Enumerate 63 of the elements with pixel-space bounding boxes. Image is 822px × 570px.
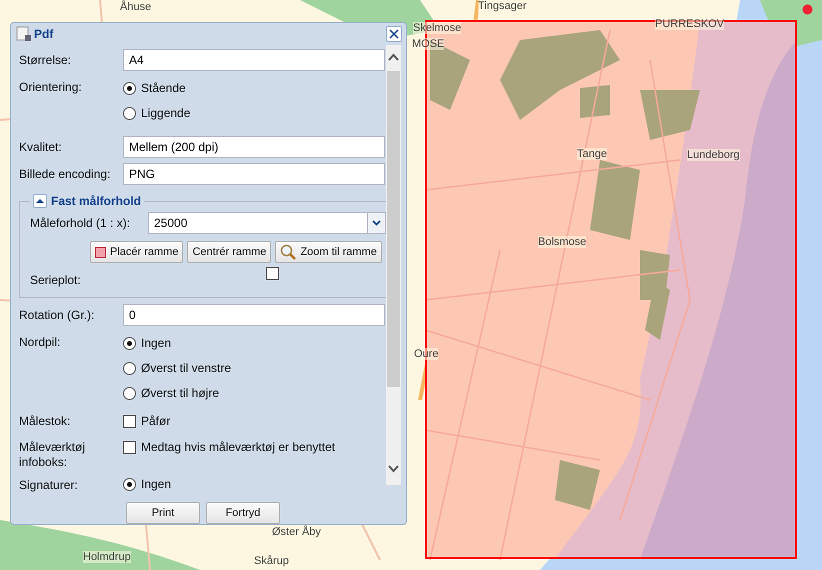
field-label: Måleforhold (1 : x): — [30, 216, 132, 230]
place-name: MOSE — [412, 38, 444, 50]
chevron-down-icon — [388, 465, 399, 473]
field-label: Kvalitet: — [19, 139, 63, 155]
radio-button[interactable] — [123, 362, 136, 375]
chevron-up-icon — [388, 53, 399, 61]
field-label: Måleværktøj infoboks: — [19, 439, 86, 470]
square-icon — [95, 246, 106, 258]
place-name: Holmdrup — [83, 551, 131, 563]
text-field[interactable]: PNG — [123, 163, 385, 185]
place-name: Skelmose — [413, 22, 462, 34]
radio-button[interactable] — [123, 337, 136, 350]
chevron-down-icon — [372, 220, 381, 226]
window-title: Pdf — [34, 27, 54, 41]
document-icon — [16, 26, 32, 42]
radio-label: Øverst til venstre — [141, 361, 232, 376]
text-field[interactable]: Mellem (200 dpi) — [123, 136, 385, 158]
field-label: Orientering: — [19, 79, 83, 95]
close-button[interactable] — [386, 26, 402, 42]
dialog-button[interactable]: Fortryd — [206, 502, 280, 524]
radio-label: Stående — [141, 81, 186, 96]
frame-button[interactable]: Centrér ramme — [187, 241, 272, 263]
checkbox[interactable] — [123, 440, 136, 454]
place-name: PURRESKOV — [655, 18, 724, 30]
place-name: Oure — [414, 348, 438, 360]
frame-button[interactable]: Zoom til ramme — [275, 241, 382, 263]
fieldset-title: Fast målforhold — [51, 194, 142, 208]
close-icon — [389, 29, 399, 39]
checkbox-label: Medtag hvis måleværktøj er benyttet — [141, 440, 336, 454]
dialog-button[interactable]: Print — [126, 502, 200, 524]
place-name: Øster Åby — [272, 526, 321, 538]
checkbox[interactable] — [266, 267, 279, 280]
radio-button[interactable] — [123, 107, 136, 120]
radio-label: Øverst til højre — [141, 386, 220, 401]
place-name: Skårup — [254, 555, 289, 567]
marker-dot — [802, 4, 813, 15]
place-name: Bolsmose — [538, 236, 586, 248]
place-name: Tingsager — [478, 0, 527, 12]
field-label: Rotation (Gr.): — [19, 307, 96, 323]
field-label: Nordpil: — [19, 334, 62, 350]
text-field[interactable]: 0 — [123, 304, 385, 326]
checkbox[interactable] — [123, 414, 136, 428]
field-label: Størrelse: — [19, 52, 72, 68]
frame-button[interactable]: Placér ramme — [90, 241, 184, 263]
text-field[interactable]: A4 — [123, 49, 385, 71]
collapse-toggle[interactable] — [33, 194, 47, 208]
place-name: Lundeborg — [687, 149, 740, 161]
field-label: Serieplot: — [30, 272, 82, 287]
triangle-icon — [36, 198, 44, 204]
radio-label: Ingen — [141, 336, 172, 351]
radio-button[interactable] — [123, 387, 136, 400]
radio-label: Liggende — [141, 106, 190, 121]
search-icon — [280, 244, 296, 260]
radio-button[interactable] — [123, 478, 136, 490]
place-name: Tange — [577, 148, 607, 160]
scrollbar[interactable] — [386, 45, 401, 485]
place-name: Åhuse — [120, 1, 152, 13]
field-label: Billede encoding: — [19, 166, 112, 182]
checkbox-label: Påfør — [141, 414, 170, 428]
radio-button[interactable] — [123, 82, 136, 95]
radio-label: Ingen — [141, 476, 172, 492]
field-label: Signaturer: — [19, 477, 79, 493]
field-label: Målestok: — [19, 413, 72, 429]
